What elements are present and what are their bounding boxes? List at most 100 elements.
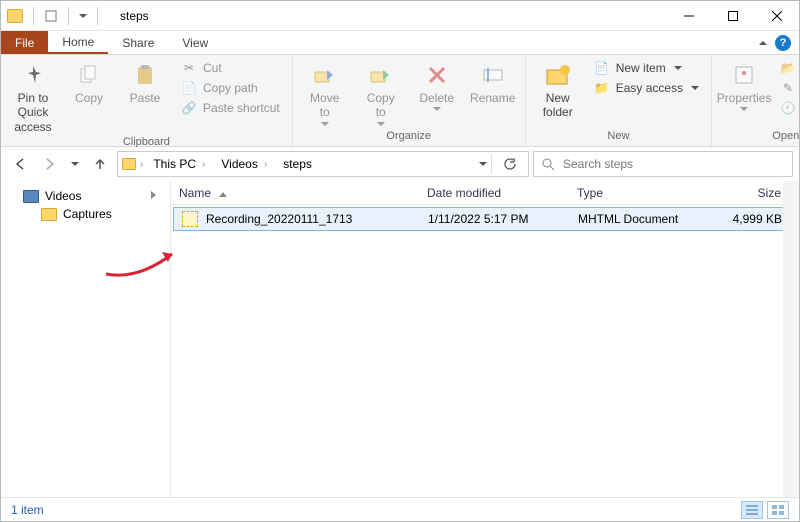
copy-to-button[interactable]: Copy to	[355, 57, 407, 126]
separator	[33, 7, 34, 25]
title-bar: steps	[1, 1, 799, 31]
qat-dropdown-icon[interactable]	[79, 14, 87, 18]
back-button[interactable]	[7, 151, 33, 177]
column-name[interactable]: Name	[171, 186, 419, 200]
navigation-bar: › This PC› Videos› steps Search steps	[1, 147, 799, 181]
column-headers[interactable]: Name Date modified Type Size	[171, 181, 799, 205]
new-item-button[interactable]: 📄New item	[588, 59, 705, 77]
breadcrumb-videos[interactable]: Videos›	[215, 157, 273, 171]
file-row[interactable]: Recording_20220111_1713 1/11/2022 5:17 P…	[173, 207, 793, 231]
copy-button[interactable]: Copy	[63, 57, 115, 105]
paste-icon	[131, 61, 159, 89]
search-placeholder: Search steps	[563, 157, 633, 171]
column-type[interactable]: Type	[569, 186, 709, 200]
delete-button[interactable]: Delete	[411, 57, 463, 111]
window-title: steps	[120, 9, 149, 23]
details-view-button[interactable]	[741, 501, 763, 519]
recent-locations-button[interactable]	[67, 151, 83, 177]
copy-icon	[75, 61, 103, 89]
separator	[97, 7, 98, 25]
group-open: Properties 📂Open ✎Edit 🕘History Open	[712, 55, 800, 146]
group-new: New folder 📄New item 📁Easy access New	[526, 55, 712, 146]
close-button[interactable]	[755, 1, 799, 31]
pin-icon	[19, 61, 47, 89]
group-organize: Move to Copy to Delete Rename	[293, 55, 526, 146]
maximize-button[interactable]	[711, 1, 755, 31]
cut-icon: ✂	[181, 60, 197, 76]
history-button[interactable]: 🕘History	[774, 99, 800, 117]
vertical-scrollbar[interactable]	[783, 181, 799, 497]
ribbon: Pin to Quick access Copy Paste ✂Cut 📄Cop…	[1, 55, 799, 147]
folder-icon	[41, 208, 57, 221]
chevron-down-icon	[691, 86, 699, 90]
cut-button[interactable]: ✂Cut	[175, 59, 286, 77]
mhtml-icon	[182, 211, 198, 227]
open-icon: 📂	[780, 60, 796, 76]
group-clipboard: Pin to Quick access Copy Paste ✂Cut 📄Cop…	[1, 55, 293, 146]
large-icons-view-button[interactable]	[767, 501, 789, 519]
new-folder-icon	[544, 61, 572, 89]
forward-button[interactable]	[37, 151, 63, 177]
chevron-down-icon	[321, 122, 329, 126]
folder-icon	[122, 158, 136, 170]
copy-to-icon	[367, 61, 395, 89]
easy-access-button[interactable]: 📁Easy access	[588, 79, 705, 97]
ribbon-collapse-icon[interactable]	[759, 41, 767, 45]
rename-button[interactable]: Rename	[467, 57, 519, 105]
file-list: Name Date modified Type Size Recording_2…	[171, 181, 799, 497]
column-date[interactable]: Date modified	[419, 186, 569, 200]
videos-icon	[23, 190, 39, 203]
tab-share[interactable]: Share	[108, 31, 168, 54]
address-dropdown-icon[interactable]	[479, 162, 487, 166]
history-icon: 🕘	[780, 100, 796, 116]
open-button[interactable]: 📂Open	[774, 59, 800, 77]
chevron-down-icon	[740, 107, 748, 111]
pin-to-quick-access-button[interactable]: Pin to Quick access	[7, 57, 59, 134]
copy-path-icon: 📄	[181, 80, 197, 96]
group-label: Open	[718, 128, 800, 146]
file-name-cell: Recording_20220111_1713	[174, 211, 420, 227]
status-bar: 1 item	[1, 497, 799, 521]
new-folder-button[interactable]: New folder	[532, 57, 584, 120]
breadcrumb-this-pc[interactable]: This PC›	[147, 157, 211, 171]
copy-path-button[interactable]: 📄Copy path	[175, 79, 286, 97]
minimize-button[interactable]	[667, 1, 711, 31]
ribbon-tabs: File Home Share View ?	[1, 31, 799, 55]
navigation-tree[interactable]: Videos Captures	[1, 181, 171, 497]
properties-button[interactable]: Properties	[718, 57, 770, 111]
move-to-button[interactable]: Move to	[299, 57, 351, 126]
easy-access-icon: 📁	[594, 80, 610, 96]
tree-item-videos[interactable]: Videos	[5, 187, 166, 205]
chevron-down-icon	[377, 122, 385, 126]
paste-shortcut-button[interactable]: 🔗Paste shortcut	[175, 99, 286, 117]
tree-item-captures[interactable]: Captures	[5, 205, 166, 223]
up-button[interactable]	[87, 151, 113, 177]
folder-icon	[7, 9, 23, 23]
content-area: Videos Captures Name Date modified Type …	[1, 181, 799, 497]
shortcut-icon: 🔗	[181, 100, 197, 116]
search-icon	[542, 158, 555, 171]
search-input[interactable]: Search steps	[533, 151, 793, 177]
address-bar[interactable]: › This PC› Videos› steps	[117, 151, 529, 177]
group-label: Organize	[299, 128, 519, 146]
tab-file[interactable]: File	[1, 31, 48, 54]
help-icon[interactable]: ?	[775, 35, 791, 51]
item-count: 1 item	[11, 503, 44, 517]
rename-icon	[479, 61, 507, 89]
breadcrumb-steps[interactable]: steps	[277, 157, 318, 171]
edit-button[interactable]: ✎Edit	[774, 79, 800, 97]
refresh-button[interactable]	[496, 151, 524, 177]
tab-home[interactable]: Home	[48, 31, 108, 54]
file-size-cell: 4,999 KB	[710, 212, 790, 226]
edit-icon: ✎	[780, 80, 796, 96]
column-size[interactable]: Size	[709, 186, 789, 200]
move-to-icon	[311, 61, 339, 89]
separator	[68, 7, 69, 25]
file-date-cell: 1/11/2022 5:17 PM	[420, 212, 570, 226]
file-type-cell: MHTML Document	[570, 212, 710, 226]
chevron-right-icon[interactable]	[151, 191, 156, 199]
paste-button[interactable]: Paste	[119, 57, 171, 105]
qat-item[interactable]	[44, 9, 58, 23]
chevron-down-icon	[433, 107, 441, 111]
tab-view[interactable]: View	[168, 31, 222, 54]
